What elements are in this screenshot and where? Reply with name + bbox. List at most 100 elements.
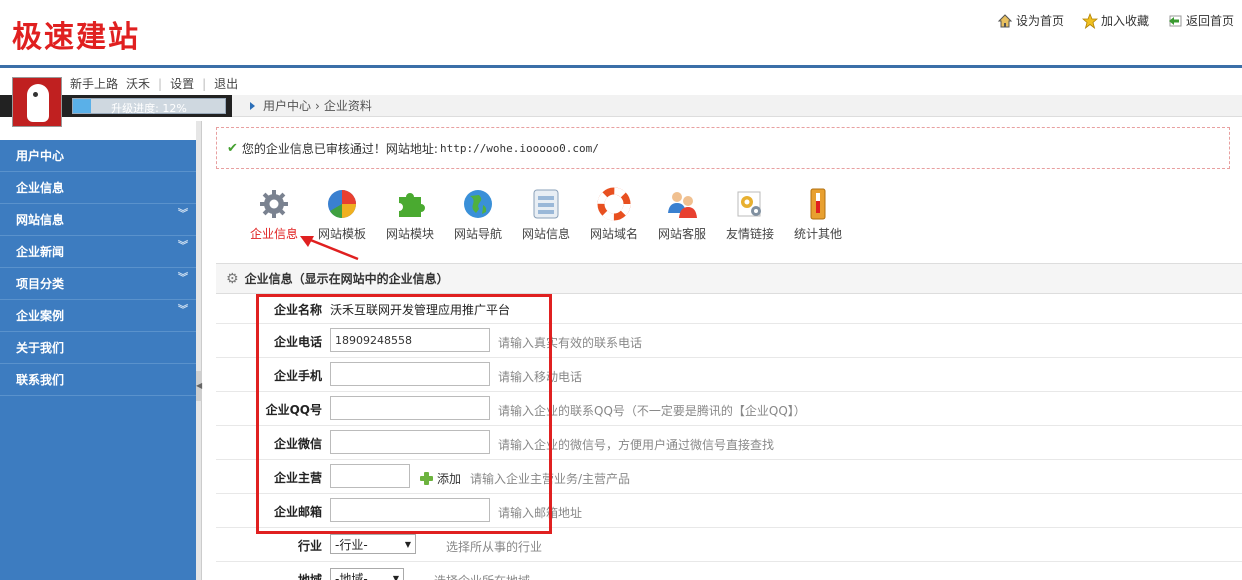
back-home-link[interactable]: 返回首页	[1167, 12, 1234, 29]
sidebar-item-label: 项目分类	[16, 277, 65, 291]
tab-friend-links[interactable]: 友情链接	[716, 187, 784, 242]
industry-selected: -行业-	[335, 537, 368, 552]
upgrade-progress: 升级进度: 12%	[72, 98, 226, 115]
collapse-handle-icon[interactable]: ◀	[196, 371, 202, 401]
tab-site-modules[interactable]: 网站模块	[376, 187, 444, 242]
logout-link[interactable]: 退出	[214, 75, 238, 92]
users-icon	[665, 187, 699, 221]
sidebar-item-label: 联系我们	[16, 373, 65, 387]
field-label: 企业电话	[273, 335, 322, 349]
sidebar-item-company-cases[interactable]: 企业案例 ︾	[0, 300, 196, 332]
industry-select[interactable]: -行业- ▼	[330, 534, 416, 554]
sidebar-splitter[interactable]: ◀	[196, 121, 202, 580]
breadcrumb: 用户中心 › 企业资料	[232, 95, 1242, 117]
industry-hint: 选择所从事的行业	[446, 540, 543, 554]
tab-label: 统计其他	[793, 227, 842, 241]
tab-site-support[interactable]: 网站客服	[648, 187, 716, 242]
form-row-email: 企业邮箱 请输入邮箱地址	[216, 494, 1242, 528]
sidebar-item-site-info[interactable]: 网站信息 ︾	[0, 204, 196, 236]
tab-label: 网站信息	[521, 227, 570, 241]
tab-label: 网站域名	[589, 227, 638, 241]
panel-title: 企业信息（显示在网站中的企业信息）	[244, 272, 449, 286]
field-label: 企业主营	[273, 471, 322, 485]
field-label: 企业邮箱	[273, 505, 322, 519]
form-row-region: 地域 -地域- ▼ 选择企业所在地域	[216, 562, 1242, 580]
avatar-figure	[27, 84, 49, 122]
add-business-button[interactable]: 添加	[420, 470, 461, 487]
user-name: 沃禾	[126, 77, 151, 91]
business-input[interactable]	[330, 464, 410, 488]
avatar[interactable]	[12, 77, 62, 127]
sidebar-item-label: 关于我们	[16, 341, 65, 355]
region-select[interactable]: -地域- ▼	[330, 568, 404, 580]
set-homepage-link[interactable]: 设为首页	[997, 12, 1064, 29]
field-label: 地域	[297, 573, 322, 580]
email-input[interactable]	[330, 498, 490, 522]
field-label: 企业QQ号	[265, 403, 322, 417]
tab-label: 网站导航	[453, 227, 502, 241]
top-links: 设为首页 加入收藏 返回首页	[997, 12, 1234, 29]
form-row-wechat: 企业微信 请输入企业的微信号，方便用户通过微信号直接查找	[216, 426, 1242, 460]
tab-label: 友情链接	[725, 227, 774, 241]
avatar-eye	[33, 92, 38, 97]
separator: |	[158, 76, 163, 91]
wechat-input[interactable]	[330, 430, 490, 454]
tab-label: 网站客服	[657, 227, 706, 241]
mobile-hint: 请输入移动电话	[498, 370, 583, 384]
site-url-link[interactable]: http://wohe.iooooo0.com/	[440, 142, 599, 155]
tab-site-domain[interactable]: 网站域名	[580, 187, 648, 242]
checkmark-icon: ✔	[227, 140, 238, 156]
breadcrumb-item-user-center[interactable]: 用户中心	[263, 97, 311, 114]
breadcrumb-chevron-icon: ›	[315, 98, 320, 113]
breadcrumb-item-company-profile: 企业资料	[323, 99, 372, 113]
panel-header: ⚙ 企业信息（显示在网站中的企业信息）	[216, 264, 1242, 294]
sidebar-item-company-info[interactable]: 企业信息	[0, 172, 196, 204]
tab-statistics[interactable]: 统计其他	[784, 187, 852, 242]
add-favorite-link[interactable]: 加入收藏	[1081, 12, 1149, 29]
double-chevron-down-icon: ︾	[178, 305, 188, 316]
sidebar-item-user-center[interactable]: 用户中心	[0, 140, 196, 172]
globe-icon	[461, 187, 495, 221]
dropdown-arrow-icon: ▼	[392, 573, 399, 580]
plus-icon	[420, 472, 433, 485]
site-logo[interactable]: 极速建站	[12, 12, 140, 56]
field-label: 企业手机	[273, 369, 322, 383]
thermometer-icon	[801, 187, 835, 221]
field-label: 企业微信	[273, 437, 322, 451]
breadcrumb-arrow-icon	[250, 101, 255, 110]
home-icon	[997, 13, 1013, 27]
red-annotation-arrow-icon	[300, 236, 359, 261]
sidebar-item-contact-us[interactable]: 联系我们	[0, 364, 196, 396]
tab-site-navigation[interactable]: 网站导航	[444, 187, 512, 242]
qq-hint: 请输入企业的联系QQ号（不一定要是腾讯的【企业QQ】）	[498, 404, 806, 418]
business-hint: 请输入企业主营业务/主营产品	[470, 472, 631, 486]
star-icon	[1081, 12, 1098, 29]
region-hint: 选择企业所在地域	[434, 572, 530, 580]
phone-input[interactable]	[330, 328, 490, 352]
settings-link[interactable]: 设置	[170, 75, 194, 92]
dropdown-arrow-icon: ▼	[404, 539, 411, 549]
sidebar-item-project-category[interactable]: 项目分类 ︾	[0, 268, 196, 300]
user-bar: 升级进度: 12% 新手上路 沃禾 | 设置 | 退出 用户中心 › 企业资料	[0, 71, 1242, 127]
sidebar-item-label: 企业案例	[16, 309, 65, 323]
field-label: 行业	[297, 539, 322, 553]
add-favorite-label: 加入收藏	[1100, 14, 1149, 28]
wechat-hint: 请输入企业的微信号，方便用户通过微信号直接查找	[498, 438, 775, 452]
double-chevron-down-icon: ︾	[178, 209, 188, 220]
link-gears-icon	[733, 187, 767, 221]
field-label: 企业名称	[273, 303, 322, 317]
mobile-input[interactable]	[330, 362, 490, 386]
sidebar-item-company-news[interactable]: 企业新闻 ︾	[0, 236, 196, 268]
lifebuoy-icon	[597, 187, 631, 221]
progress-label: 升级进度: 12%	[111, 102, 187, 115]
tab-site-info[interactable]: 网站信息	[512, 187, 580, 242]
double-chevron-down-icon: ︾	[178, 241, 188, 252]
gear-icon	[257, 187, 291, 221]
sidebar-item-label: 企业信息	[16, 181, 65, 195]
qq-input[interactable]	[330, 396, 490, 420]
sidebar-item-label: 企业新闻	[16, 245, 65, 259]
tab-label: 网站模块	[385, 227, 434, 241]
form-row-industry: 行业 -行业- ▼ 选择所从事的行业	[216, 528, 1242, 562]
form-icon	[529, 187, 563, 221]
sidebar-item-about-us[interactable]: 关于我们	[0, 332, 196, 364]
